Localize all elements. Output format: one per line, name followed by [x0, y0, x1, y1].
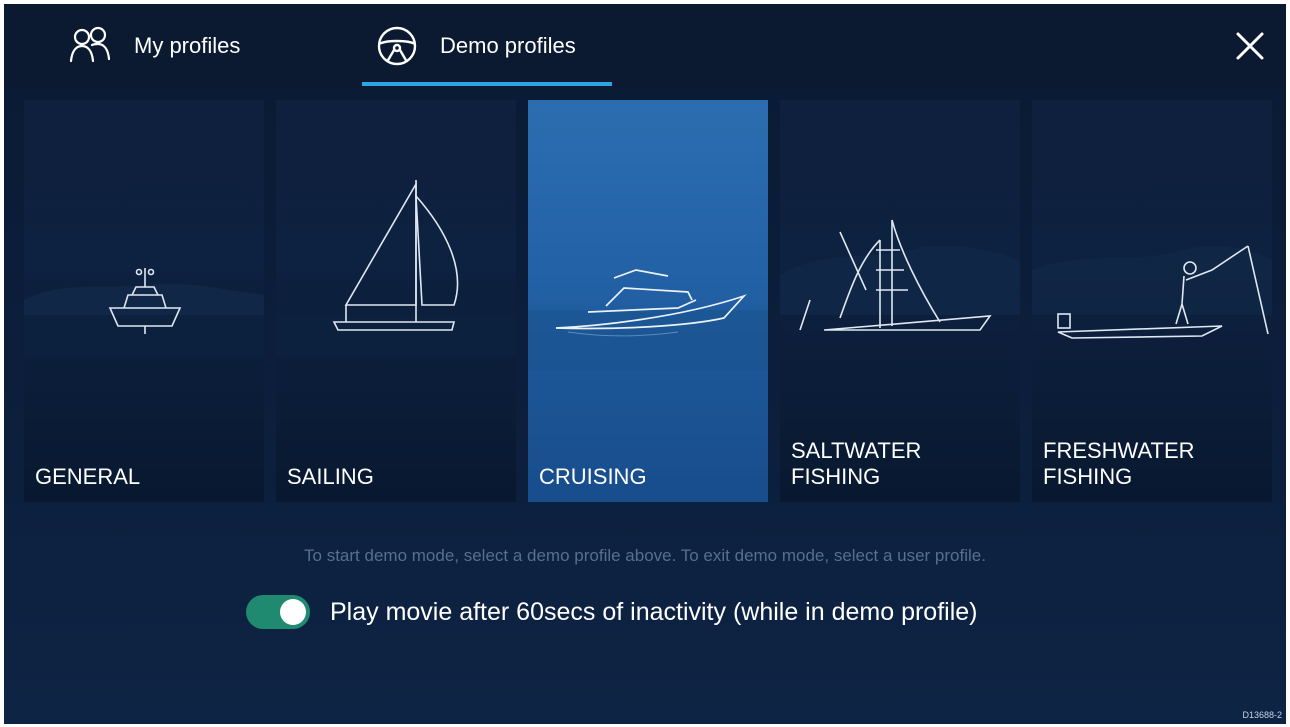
profile-label-cruising: CRUISING — [539, 464, 647, 489]
people-icon — [68, 23, 114, 69]
profile-label-freshwater-fishing: FRESHWATER FISHING — [1043, 438, 1195, 489]
profile-card-sailing[interactable]: SAILING — [276, 100, 516, 502]
cruiser-illustration — [528, 269, 768, 370]
tab-demo-profiles-label: Demo profiles — [440, 33, 576, 58]
toggle-knob — [280, 599, 306, 625]
close-button[interactable] — [1230, 26, 1270, 66]
document-code: D13688-2 — [1242, 710, 1282, 720]
helm-icon — [374, 23, 420, 69]
top-bar: My profiles Demo profiles — [4, 4, 1286, 88]
profile-label-general: GENERAL — [35, 464, 141, 489]
profile-card-freshwater-fishing[interactable]: FRESHWATER FISHING — [1032, 100, 1272, 502]
profile-card-cruising[interactable]: CRUISING — [528, 100, 768, 502]
motorboat-illustration — [24, 268, 264, 355]
tab-my-profiles-label: My profiles — [134, 33, 241, 58]
profile-card-saltwater-fishing[interactable]: SALTWATER FISHING — [780, 100, 1020, 502]
profile-label-saltwater-fishing: SALTWATER FISHING — [791, 438, 922, 489]
demo-profiles-screen: My profiles Demo profiles GENERAL SAILIN… — [4, 4, 1286, 724]
play-movie-toggle[interactable] — [246, 595, 310, 629]
play-movie-label: Play movie after 60secs of inactivity (w… — [330, 597, 978, 626]
tab-demo-profiles[interactable]: Demo profiles — [374, 4, 576, 88]
play-movie-setting: Play movie after 60secs of inactivity (w… — [246, 592, 978, 632]
close-icon — [1236, 32, 1264, 60]
profile-label-sailing: SAILING — [287, 464, 374, 489]
profile-card-general[interactable]: GENERAL — [24, 100, 264, 502]
active-tab-indicator — [362, 82, 612, 86]
demo-mode-instructions: To start demo mode, select a demo profil… — [304, 546, 986, 565]
tab-my-profiles[interactable]: My profiles — [68, 4, 240, 88]
sailboat-illustration — [276, 180, 516, 355]
demo-profile-cards: GENERAL SAILING CRUISING SALTWATER FISHI… — [24, 100, 1272, 504]
